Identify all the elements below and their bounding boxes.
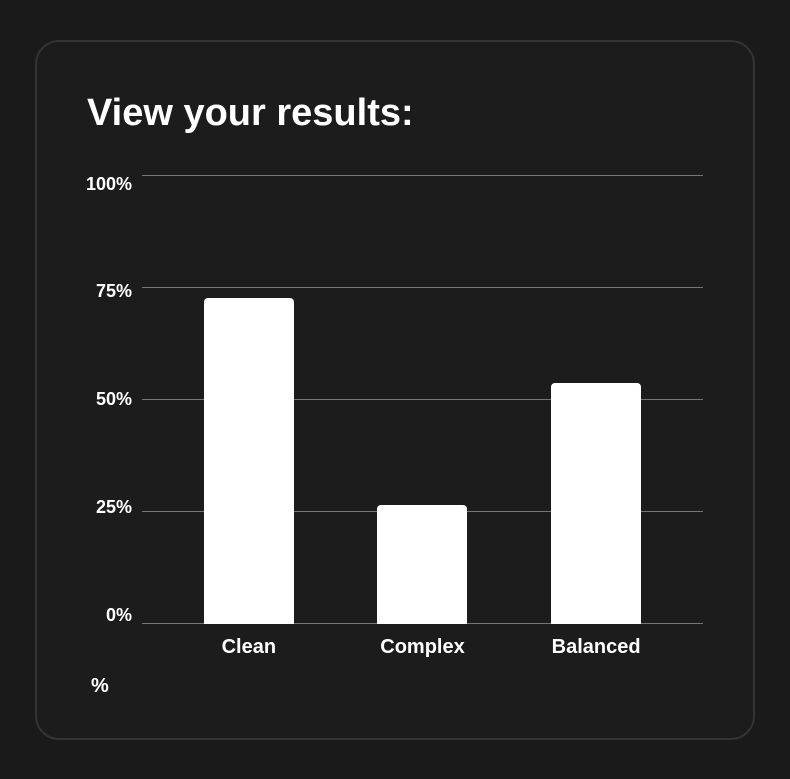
x-axis-label-complex: Complex <box>377 636 467 659</box>
bar-complex <box>377 505 467 623</box>
bar-group <box>551 383 641 624</box>
x-axis-title-row: % <box>87 675 703 698</box>
x-axis-label-balanced: Balanced <box>551 636 641 659</box>
y-axis-label: 25% <box>96 498 132 516</box>
y-axis-label: 75% <box>96 282 132 300</box>
y-axis-label: 0% <box>106 606 132 624</box>
bar-balanced <box>551 383 641 624</box>
x-labels-inner: Clean Complex Balanced <box>142 636 703 659</box>
x-axis-labels: Clean Complex Balanced <box>87 636 703 659</box>
x-axis-title: % <box>87 675 109 698</box>
y-axis: 100% 75% 50% 25% 0% <box>87 175 142 624</box>
results-card: View your results: 100% 75% 50% 25% 0% Clean… <box>35 40 755 740</box>
y-axis-label: 50% <box>96 390 132 408</box>
bars-row <box>142 175 703 624</box>
chart-body <box>142 175 703 624</box>
page-title: View your results: <box>87 92 703 135</box>
chart-area: 100% 75% 50% 25% 0% <box>87 175 703 624</box>
chart-container: 100% 75% 50% 25% 0% Clean Complex Balanced % <box>87 175 703 698</box>
y-axis-label: 100% <box>86 175 132 193</box>
bar-group <box>377 505 467 623</box>
x-axis-label-clean: Clean <box>204 636 294 659</box>
bar-clean <box>204 298 294 624</box>
bar-group <box>204 298 294 624</box>
